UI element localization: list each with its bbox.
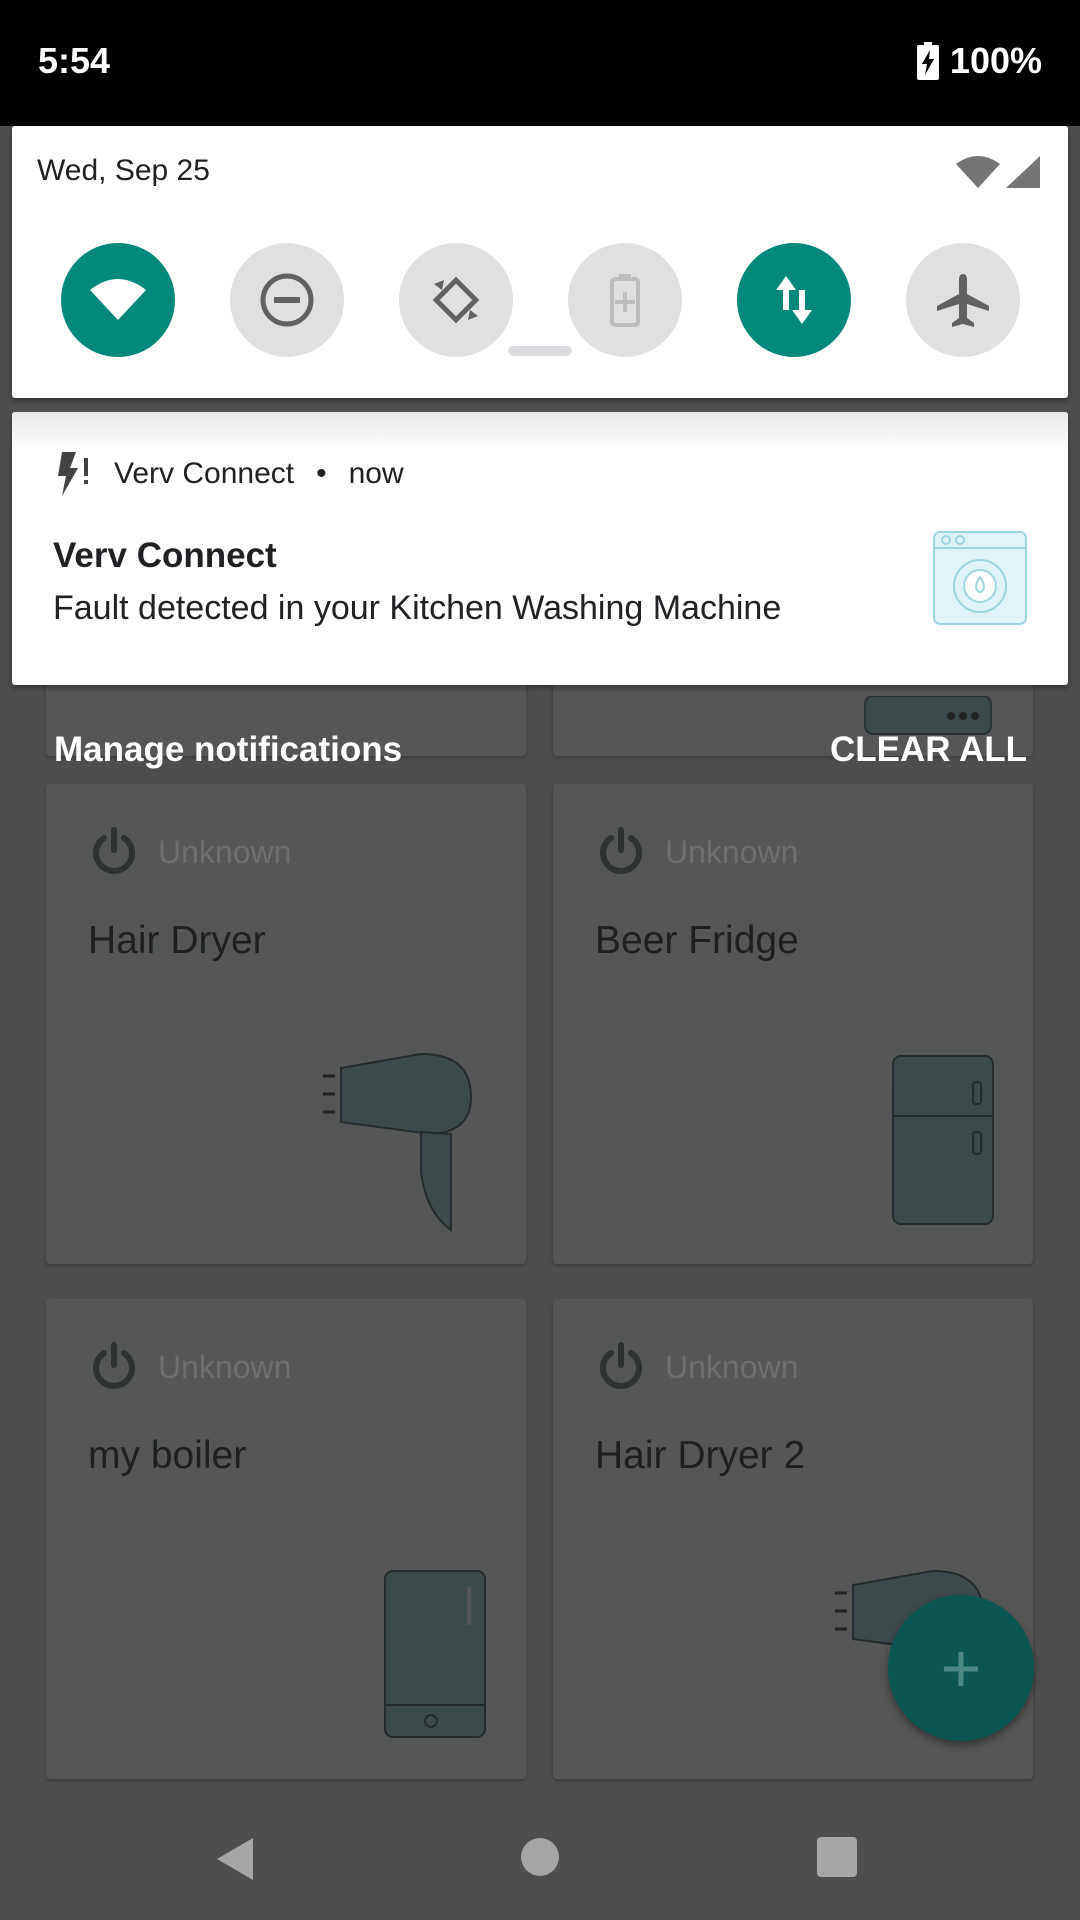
status-time: 5:54 [38, 40, 111, 81]
notification-app-name: Verv Connect [114, 457, 295, 490]
home-button[interactable] [521, 1838, 559, 1876]
clear-all-button[interactable]: CLEAR ALL [830, 730, 1027, 770]
qs-date: Wed, Sep 25 [37, 154, 210, 187]
tile-battery-saver[interactable] [568, 243, 682, 357]
notification-header: Verv Connect • now [56, 452, 404, 496]
power-icon [93, 1342, 135, 1389]
battery-saver-icon [610, 274, 640, 327]
wifi-icon [90, 279, 146, 320]
notification-time: now [348, 457, 404, 490]
device-state: Unknown [158, 1349, 292, 1385]
recents-button[interactable] [817, 1837, 857, 1877]
device-state: Unknown [665, 834, 799, 870]
quick-settings-panel: Wed, Sep 25 [12, 126, 1068, 398]
airplane-icon [937, 274, 989, 327]
tile-wifi[interactable] [61, 243, 175, 357]
manage-notifications-button[interactable]: Manage notifications [54, 730, 402, 770]
status-right: 100% [916, 40, 1042, 82]
tile-do-not-disturb[interactable] [230, 243, 344, 357]
battery-charging-icon [916, 42, 939, 80]
qs-drag-handle[interactable] [508, 346, 572, 356]
do-not-disturb-icon [260, 273, 314, 327]
device-state: Unknown [158, 834, 292, 870]
cell-signal-icon [1006, 156, 1040, 188]
status-bar: 5:54 100% [0, 0, 1080, 126]
boiler-icon [384, 1570, 486, 1738]
washing-machine-icon [933, 531, 1027, 625]
plus-icon: + [940, 1629, 982, 1707]
power-icon [600, 1342, 642, 1389]
mobile-data-icon [776, 276, 812, 324]
add-device-button[interactable]: + [888, 1595, 1034, 1741]
device-card-beer-fridge[interactable]: Unknown Beer Fridge [553, 784, 1033, 1264]
device-name: Hair Dryer [88, 919, 266, 962]
fridge-icon [892, 1055, 994, 1225]
auto-rotate-icon [432, 276, 480, 324]
notification-title: Verv Connect [53, 536, 277, 575]
notification-separator: • [316, 457, 327, 490]
wifi-signal-icon [956, 156, 1000, 188]
notification-text: Fault detected in your Kitchen Washing M… [53, 589, 782, 627]
back-icon[interactable] [215, 1836, 255, 1882]
hair-dryer-icon [323, 1052, 473, 1232]
device-name: Hair Dryer 2 [595, 1434, 806, 1477]
notification-edge [12, 412, 1068, 452]
battery-percent: 100% [949, 40, 1042, 81]
notification-card[interactable]: Verv Connect • now Verv Connect Fault de… [12, 412, 1068, 685]
tile-airplane-mode[interactable] [906, 243, 1020, 357]
device-name: Beer Fridge [595, 919, 799, 962]
tile-auto-rotate[interactable] [399, 243, 513, 357]
alert-bolt-icon [58, 452, 88, 496]
power-icon [93, 827, 135, 874]
device-card-hair-dryer[interactable]: Unknown Hair Dryer [46, 784, 526, 1264]
tile-mobile-data[interactable] [737, 243, 851, 357]
device-state: Unknown [665, 1349, 799, 1385]
device-card-my-boiler[interactable]: Unknown my boiler [46, 1299, 526, 1779]
device-name: my boiler [88, 1434, 247, 1477]
power-icon [600, 827, 642, 874]
qs-signal-indicators [956, 156, 1040, 188]
